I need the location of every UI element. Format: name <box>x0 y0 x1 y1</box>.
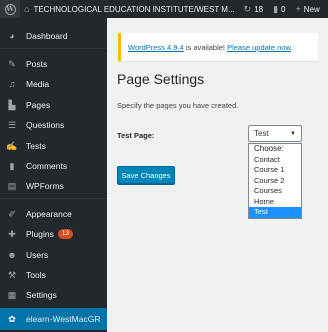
sidebar-item-comments[interactable]: ▮ Comments <box>0 156 107 176</box>
sidebar-item-label: Tests <box>26 141 46 151</box>
sidebar-divider <box>0 48 107 49</box>
comment-icon: ▮ <box>9 160 15 171</box>
sidebar-item-tests[interactable]: ✍ Tests <box>0 136 107 156</box>
media-icon: ♫ <box>8 79 16 89</box>
sidebar-item-label: elearn-WestMacGR <box>26 314 101 324</box>
pages-icon: ▙ <box>8 99 16 110</box>
sidebar-item-elearn[interactable]: ✿ elearn-WestMacGR <box>0 308 107 330</box>
sidebar-item-label: Appearance <box>26 209 72 219</box>
save-changes-button[interactable]: Save Changes <box>117 166 175 184</box>
site-name: TECHNOLOGICAL EDUCATION INSTITUTE/WEST M… <box>33 4 235 14</box>
test-page-label: Test Page: <box>117 131 155 140</box>
new-content-link[interactable]: + New <box>291 4 325 14</box>
sidebar-item-plugins[interactable]: ✚ Plugins 13 <box>0 224 107 244</box>
admin-sidebar: ◕ Dashboard ✎ Posts ♫ Media ▙ Pages ☰ Qu… <box>0 18 107 332</box>
sidebar-item-tools[interactable]: ⚒ Tools <box>0 265 107 285</box>
plus-icon: + <box>295 4 301 14</box>
sidebar-item-dashboard[interactable]: ◕ Dashboard <box>0 26 107 46</box>
sidebar-item-pages[interactable]: ▙ Pages <box>0 95 107 115</box>
page-description: Specify the pages you have created. <box>117 101 239 110</box>
wrench-icon: ⚒ <box>7 269 17 280</box>
site-name-link[interactable]: ⌂ TECHNOLOGICAL EDUCATION INSTITUTE/WEST… <box>20 4 239 14</box>
page-title: Page Settings <box>117 71 205 87</box>
comments-count: 0 <box>281 4 286 14</box>
comment-icon: ▮ <box>273 3 279 14</box>
sidebar-item-label: Dashboard <box>26 31 68 41</box>
dashboard-icon: ◕ <box>9 31 15 41</box>
wordpress-icon: W <box>4 3 16 15</box>
brush-icon: ✐ <box>8 208 16 219</box>
dropdown-option-contact[interactable]: Contact <box>249 155 301 166</box>
admin-bar: W ⌂ TECHNOLOGICAL EDUCATION INSTITUTE/WE… <box>0 0 328 18</box>
version-link[interactable]: WordPress 4.9.4 <box>128 43 184 52</box>
sidebar-item-label: Tools <box>26 270 46 280</box>
sidebar-item-label: Settings <box>26 290 57 300</box>
home-icon: ⌂ <box>24 4 30 14</box>
dropdown-option-choose[interactable]: Choose: <box>249 144 301 155</box>
pin-icon: ✎ <box>8 58 16 69</box>
sidebar-item-settings[interactable]: ▦ Settings <box>0 285 107 305</box>
test-page-select[interactable]: Test ▼ <box>248 125 302 142</box>
notice-text: is available! <box>183 42 228 52</box>
forms-icon: ▤ <box>7 180 17 191</box>
select-value: Test <box>254 129 269 138</box>
sidebar-item-appearance[interactable]: ✐ Appearance <box>0 204 107 224</box>
sidebar-item-media[interactable]: ♫ Media <box>0 74 107 94</box>
test-page-dropdown: Choose: Contact Course 1 Course 2 Course… <box>248 143 302 219</box>
chevron-down-icon: ▼ <box>290 130 296 137</box>
sidebar-item-wpforms[interactable]: ▤ WPForms <box>0 176 107 196</box>
gear-icon: ✿ <box>8 313 16 324</box>
main-content: WordPress 4.9.4 is available! Please upd… <box>107 18 328 332</box>
plugin-icon: ✚ <box>8 228 16 239</box>
sidebar-item-label: WPForms <box>26 181 64 191</box>
updates-count: 18 <box>254 4 264 14</box>
notice-end: . <box>290 42 293 52</box>
plugins-update-badge: 13 <box>57 229 74 239</box>
edit-icon: ✍ <box>6 140 18 151</box>
sidebar-item-label: Comments <box>26 161 68 171</box>
wordpress-logo[interactable]: W <box>0 0 20 18</box>
sidebar-item-posts[interactable]: ✎ Posts <box>0 54 107 74</box>
user-icon: ☻ <box>7 250 17 260</box>
updates-link[interactable]: ↻ 18 <box>239 4 268 15</box>
dropdown-option-test[interactable]: Test <box>249 207 301 218</box>
dropdown-option-course-1[interactable]: Course 1 <box>249 165 301 176</box>
sidebar-item-label: Users <box>26 250 49 260</box>
update-now-link[interactable]: Please update now <box>227 43 291 52</box>
sidebar-item-users[interactable]: ☻ Users <box>0 245 107 265</box>
dropdown-option-course-2[interactable]: Course 2 <box>249 176 301 187</box>
dropdown-option-courses[interactable]: Courses <box>249 186 301 197</box>
sidebar-item-questions[interactable]: ☰ Questions <box>0 115 107 135</box>
sidebar-item-label: Media <box>26 79 50 89</box>
sidebar-divider <box>0 198 107 199</box>
sidebar-item-label: Questions <box>26 120 65 130</box>
new-label: New <box>303 4 320 14</box>
settings-icon: ▦ <box>7 289 17 300</box>
sidebar-item-label: Plugins <box>26 229 54 239</box>
refresh-icon: ↻ <box>243 3 252 14</box>
update-notice: WordPress 4.9.4 is available! Please upd… <box>118 33 318 61</box>
sidebar-item-label: Posts <box>26 59 48 69</box>
comments-link[interactable]: ▮ 0 <box>268 4 290 15</box>
dropdown-option-home[interactable]: Home <box>249 197 301 208</box>
sidebar-item-label: Pages <box>26 100 51 110</box>
list-icon: ☰ <box>7 119 17 130</box>
